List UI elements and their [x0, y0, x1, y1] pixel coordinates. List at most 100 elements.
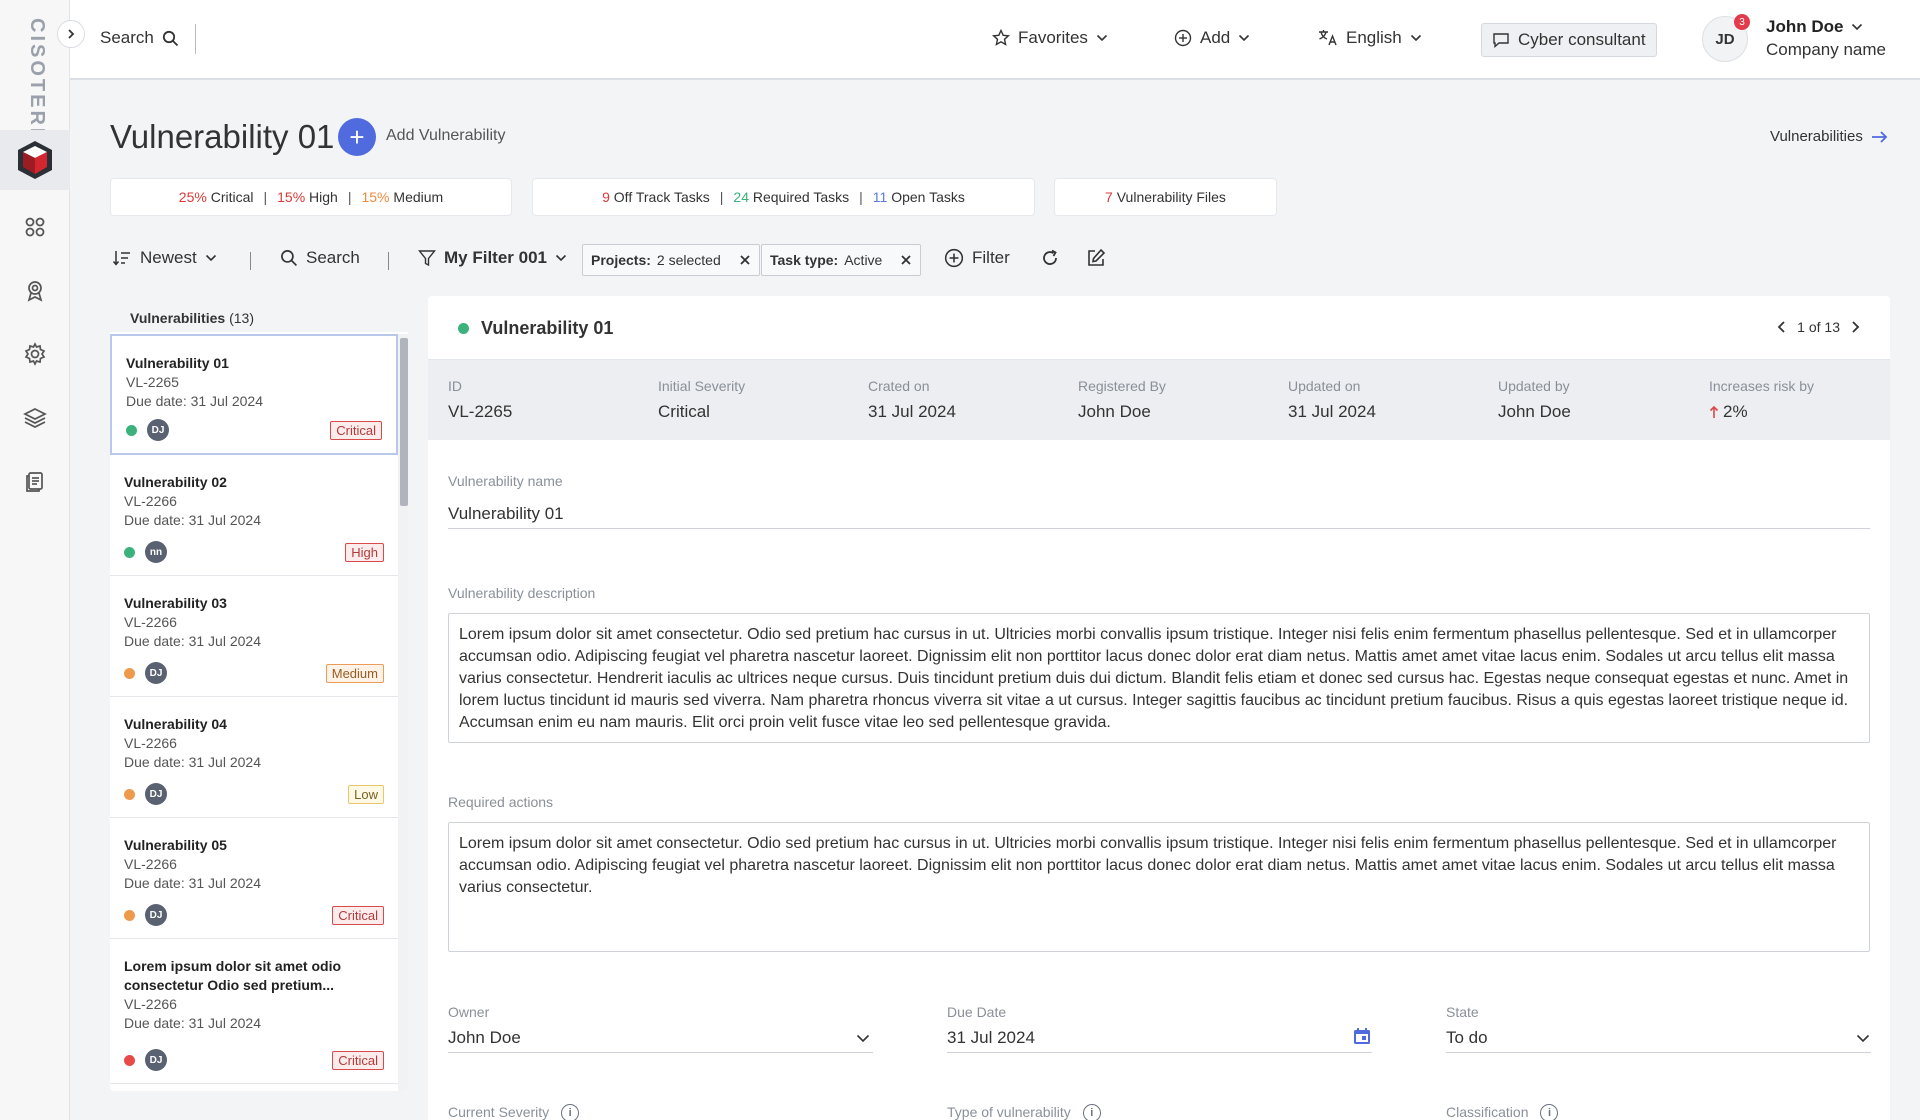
saved-filter-dropdown[interactable]: My Filter 001	[418, 248, 567, 268]
owner-select[interactable]: John Doe	[448, 1028, 521, 1048]
separator: |	[347, 189, 352, 205]
global-search[interactable]: Search	[100, 28, 179, 48]
pager-text: 1 of 13	[1797, 319, 1840, 335]
close-icon[interactable]	[739, 254, 751, 266]
meta-id: ID VL-2265	[448, 378, 512, 422]
chevron-down-icon[interactable]	[856, 1034, 870, 1043]
chevron-down-icon[interactable]	[1856, 1034, 1870, 1043]
user-menu[interactable]: John Doe	[1766, 17, 1863, 37]
plus-icon: +	[349, 121, 365, 152]
meta-label: ID	[448, 378, 462, 394]
medium-pct: 15%	[361, 189, 390, 205]
field-underline	[448, 528, 1870, 529]
chip-key: Task type:	[770, 252, 839, 268]
meta-initial-severity: Initial Severity Critical	[658, 378, 745, 422]
item-title: Vulnerability 03	[124, 595, 227, 611]
meta-value: VL-2265	[448, 402, 513, 421]
item-title: Vulnerability 01	[126, 355, 229, 371]
meta-label: Crated on	[868, 378, 930, 394]
files-stat: 7 Vulnerability Files	[1105, 189, 1226, 205]
critical-stat: 25% Critical	[179, 189, 254, 205]
chevron-right-icon[interactable]	[1850, 320, 1860, 334]
add-filter-button[interactable]: Filter	[944, 248, 1010, 268]
chevron-down-icon	[555, 254, 567, 262]
language-select[interactable]: English	[1318, 28, 1422, 48]
classification-label: Classification i	[1446, 1104, 1559, 1120]
info-icon[interactable]: i	[1082, 1104, 1101, 1120]
item-title: Vulnerability 02	[124, 474, 227, 490]
required-actions-label: Required actions	[448, 794, 554, 810]
type-label-text: Type of vulnerability	[947, 1104, 1071, 1120]
list-item[interactable]: Vulnerability 02 VL-2266 Due date: 31 Ju…	[110, 455, 398, 576]
list-item[interactable]: Vulnerability 01 VL-2265 Due date: 31 Ju…	[110, 334, 398, 455]
item-due-date: Due date: 31 Jul 2024	[124, 1015, 261, 1031]
add-vulnerability-button[interactable]: +	[338, 118, 376, 156]
close-icon[interactable]	[900, 254, 912, 266]
logo[interactable]	[0, 130, 70, 190]
sort-dropdown[interactable]: Newest	[112, 248, 217, 268]
add-menu[interactable]: Add	[1174, 28, 1250, 48]
list-item[interactable]: Vulnerability 04 VL-2266 Due date: 31 Ju…	[110, 697, 398, 818]
info-icon[interactable]: i	[1540, 1104, 1559, 1120]
offtrack-count: 9	[602, 189, 610, 205]
list-item[interactable]: Lorem ipsum dolor sit amet odio consecte…	[110, 939, 398, 1084]
edit-filter-button[interactable]	[1086, 248, 1106, 268]
info-icon[interactable]: i	[561, 1104, 580, 1120]
settings-gear-icon[interactable]	[20, 339, 50, 369]
plus-circle-icon	[944, 248, 964, 268]
left-rail: CISOTERIA	[0, 0, 70, 1120]
vulnerability-name-label: Vulnerability name	[448, 473, 563, 489]
status-dot	[126, 424, 137, 436]
dashboard-grid-icon[interactable]	[20, 212, 50, 242]
item-id: VL-2265	[126, 374, 179, 390]
meta-value: 31 Jul 2024	[868, 402, 956, 421]
favorites-label: Favorites	[1018, 28, 1088, 47]
refresh-button[interactable]	[1040, 248, 1060, 268]
chevron-left-icon[interactable]	[1777, 320, 1787, 334]
chip-value: 2 selected	[656, 252, 721, 268]
list-item[interactable]: Vulnerability 03 VL-2266 Due date: 31 Ju…	[110, 576, 398, 697]
favorites-menu[interactable]: Favorites	[992, 28, 1108, 48]
high-stat: 15% High	[277, 189, 338, 205]
list-search[interactable]: Search	[280, 248, 360, 268]
arrow-right-icon	[1871, 130, 1888, 143]
meta-value: Critical	[658, 402, 710, 421]
expand-rail-button[interactable]	[57, 20, 85, 48]
vulnerabilities-link[interactable]: Vulnerabilities	[1770, 128, 1889, 145]
meta-label: Registered By	[1078, 378, 1166, 394]
avatar: DJ	[145, 904, 167, 926]
add-vulnerability-label[interactable]: Add Vulnerability	[386, 127, 505, 145]
high-pct: 15%	[277, 189, 306, 205]
award-icon[interactable]	[20, 275, 50, 305]
cube-logo-icon	[18, 141, 52, 179]
required-actions-textarea[interactable]: Lorem ipsum dolor sit amet consectetur. …	[448, 822, 1870, 952]
layers-icon[interactable]	[20, 403, 50, 433]
current-severity-label: Current Severity i	[448, 1104, 580, 1120]
arrow-up-icon	[1709, 405, 1719, 418]
notification-badge: 3	[1734, 14, 1750, 30]
scrollbar-thumb[interactable]	[400, 338, 408, 506]
documents-icon[interactable]	[20, 467, 50, 497]
star-icon	[992, 29, 1010, 46]
severity-badge: Low	[348, 784, 384, 804]
classification-label-text: Classification	[1446, 1104, 1529, 1120]
item-due-date: Due date: 31 Jul 2024	[124, 875, 261, 891]
meta-value: 2%	[1709, 402, 1814, 422]
cyber-consultant-button[interactable]: Cyber consultant	[1481, 23, 1657, 57]
offtrack-label: Off Track Tasks	[613, 189, 710, 205]
description-textarea[interactable]: Lorem ipsum dolor sit amet consectetur. …	[448, 613, 1870, 743]
vulnerability-name-field[interactable]: Vulnerability 01	[448, 504, 564, 524]
files-summary-card[interactable]: 7 Vulnerability Files	[1054, 178, 1277, 216]
chat-bubble-icon	[1493, 33, 1509, 49]
list-item[interactable]: Vulnerability 05 VL-2266 Due date: 31 Ju…	[110, 818, 398, 939]
calendar-icon[interactable]	[1352, 1026, 1372, 1046]
meta-label: Updated by	[1498, 378, 1570, 394]
due-date-field[interactable]: 31 Jul 2024	[947, 1028, 1035, 1048]
medium-stat: 15% Medium	[361, 189, 443, 205]
item-title: Vulnerability 05	[124, 837, 227, 853]
required-count: 24	[733, 189, 749, 205]
state-select[interactable]: To do	[1446, 1028, 1488, 1048]
meta-updated-by: Updated by John Doe	[1498, 378, 1571, 422]
edit-icon	[1088, 248, 1106, 266]
chevron-down-icon	[1410, 34, 1421, 42]
